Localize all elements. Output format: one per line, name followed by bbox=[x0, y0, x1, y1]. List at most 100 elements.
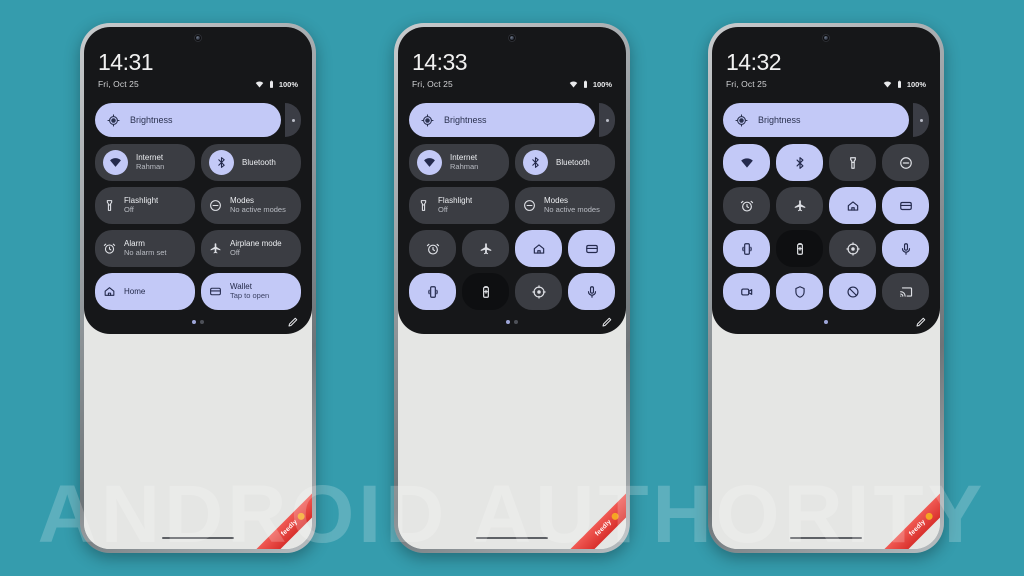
qs-tile-vpn-shield[interactable] bbox=[776, 273, 823, 310]
qs-tile-row: Alarm No alarm set Airplane mode Off bbox=[95, 230, 301, 267]
status-line: Fri, Oct 25 100% bbox=[98, 79, 298, 89]
wifi-icon bbox=[569, 80, 578, 89]
tile-title: Bluetooth bbox=[556, 157, 590, 167]
phone-3: journalists, and videographers on our te… bbox=[708, 23, 944, 553]
tile-labels: Alarm No alarm set bbox=[124, 239, 167, 257]
qs-tile-wallet[interactable] bbox=[568, 230, 615, 267]
battery-saver-icon bbox=[793, 242, 807, 256]
qs-tile-wallet[interactable] bbox=[882, 187, 929, 224]
auto-brightness-dot-icon bbox=[605, 118, 609, 122]
tile-title: Airplane mode bbox=[230, 239, 282, 249]
tile-labels: Modes No active modes bbox=[544, 196, 600, 214]
qs-tile-airplane-mode[interactable] bbox=[776, 187, 823, 224]
tile-title: Home bbox=[124, 286, 146, 296]
date-label: Fri, Oct 25 bbox=[412, 79, 453, 89]
phone-screen: journalists, and videographers on our te… bbox=[84, 27, 312, 549]
dnd-icon bbox=[846, 285, 860, 299]
bluetooth-icon bbox=[793, 156, 807, 170]
qs-tile-internet[interactable]: Internet Rahman bbox=[95, 144, 195, 181]
qs-tiles-grid: Internet Rahman Bluetooth Flashlight Off Mode… bbox=[95, 144, 301, 310]
qs-tile-location[interactable] bbox=[515, 273, 562, 310]
qs-tile-screen-record[interactable] bbox=[723, 273, 770, 310]
tile-title: Alarm bbox=[124, 239, 145, 249]
auto-brightness-toggle[interactable] bbox=[285, 103, 301, 137]
qs-tile-alarm[interactable] bbox=[409, 230, 456, 267]
tile-labels: Airplane mode Off bbox=[230, 239, 282, 257]
qs-tile-flashlight[interactable]: Flashlight Off bbox=[95, 187, 195, 224]
tile-labels: Modes No active modes bbox=[230, 196, 286, 214]
page-dot[interactable] bbox=[192, 319, 196, 324]
front-camera-punch-hole bbox=[508, 34, 516, 42]
qs-tile-alarm[interactable]: Alarm No alarm set bbox=[95, 230, 195, 267]
edit-pencil-icon[interactable] bbox=[287, 315, 299, 333]
rotate-icon bbox=[426, 285, 440, 299]
qs-tile-flashlight[interactable]: Flashlight Off bbox=[409, 187, 509, 224]
qs-tile-home[interactable] bbox=[515, 230, 562, 267]
status-icons: 100% bbox=[255, 80, 298, 89]
qs-tile-internet[interactable]: Internet Rahman bbox=[409, 144, 509, 181]
qs-tile-internet[interactable] bbox=[723, 144, 770, 181]
qs-tile-wallet[interactable]: Wallet Tap to open bbox=[201, 273, 301, 310]
tile-labels: Flashlight Off bbox=[124, 196, 158, 214]
qs-tile-battery-saver[interactable] bbox=[776, 230, 823, 267]
tile-subtitle: Off bbox=[230, 248, 240, 257]
qs-tile-screen-rotation[interactable] bbox=[723, 230, 770, 267]
qs-footer bbox=[95, 313, 301, 330]
feedly-dot-icon bbox=[610, 511, 621, 522]
qs-tile-bluetooth[interactable]: Bluetooth bbox=[515, 144, 615, 181]
auto-brightness-toggle[interactable] bbox=[913, 103, 929, 137]
qs-tile-bluetooth[interactable] bbox=[776, 144, 823, 181]
status-icons: 100% bbox=[569, 80, 612, 89]
qs-tile-airplane-mode[interactable]: Airplane mode Off bbox=[201, 230, 301, 267]
qs-tile-home[interactable] bbox=[829, 187, 876, 224]
auto-brightness-toggle[interactable] bbox=[599, 103, 615, 137]
qs-tile-airplane-mode[interactable] bbox=[462, 230, 509, 267]
qs-tile-battery-saver[interactable] bbox=[462, 273, 509, 310]
home-gesture-pill[interactable] bbox=[162, 536, 234, 540]
qs-tile-location[interactable] bbox=[829, 230, 876, 267]
screen-record-icon bbox=[740, 285, 754, 299]
location-icon bbox=[845, 241, 860, 256]
brightness-row: Brightness bbox=[95, 103, 301, 137]
edit-pencil-icon[interactable] bbox=[915, 315, 927, 333]
qs-tile-home[interactable]: Home bbox=[95, 273, 195, 310]
qs-tile-bluetooth[interactable]: Bluetooth bbox=[201, 144, 301, 181]
flashlight-icon bbox=[846, 156, 860, 170]
status-line: Fri, Oct 25 100% bbox=[726, 79, 926, 89]
wallet-icon bbox=[899, 199, 913, 213]
page-dot[interactable] bbox=[824, 319, 828, 324]
alarm-icon bbox=[103, 242, 116, 255]
qs-tile-screen-rotation[interactable] bbox=[409, 273, 456, 310]
quick-settings-shade: 14:33 Fri, Oct 25 100% Brightness Internet Ra… bbox=[398, 27, 626, 334]
wifi-icon bbox=[255, 80, 264, 89]
qs-tile-mic-access[interactable] bbox=[568, 273, 615, 310]
wifi-icon bbox=[883, 80, 892, 89]
qs-tile-cast[interactable] bbox=[882, 273, 929, 310]
battery-icon bbox=[581, 80, 590, 89]
edit-pencil-icon[interactable] bbox=[601, 315, 613, 333]
brightness-slider[interactable]: Brightness bbox=[723, 103, 909, 137]
qs-tiles-grid bbox=[723, 144, 929, 310]
tile-title: Wallet bbox=[230, 282, 252, 292]
qs-tile-modes[interactable]: Modes No active modes bbox=[201, 187, 301, 224]
brightness-row: Brightness bbox=[723, 103, 929, 137]
tile-labels: Wallet Tap to open bbox=[230, 282, 269, 300]
page-dot[interactable] bbox=[506, 319, 510, 324]
brightness-slider[interactable]: Brightness bbox=[409, 103, 595, 137]
qs-tile-do-not-disturb[interactable] bbox=[829, 273, 876, 310]
tile-subtitle: Off bbox=[438, 205, 448, 214]
tile-labels: Bluetooth bbox=[242, 158, 276, 167]
qs-tile-flashlight[interactable] bbox=[829, 144, 876, 181]
tile-subtitle: No active modes bbox=[544, 205, 600, 214]
brightness-slider[interactable]: Brightness bbox=[95, 103, 281, 137]
home-gesture-pill[interactable] bbox=[790, 536, 862, 540]
home-gesture-pill[interactable] bbox=[476, 536, 548, 540]
page-dot[interactable] bbox=[200, 319, 204, 324]
qs-tile-alarm[interactable] bbox=[723, 187, 770, 224]
qs-tile-mic-access[interactable] bbox=[882, 230, 929, 267]
qs-tile-modes[interactable]: Modes No active modes bbox=[515, 187, 615, 224]
tile-title: Modes bbox=[544, 196, 569, 206]
page-dot[interactable] bbox=[514, 319, 518, 324]
qs-tile-modes[interactable] bbox=[882, 144, 929, 181]
tile-labels: Internet Rahman bbox=[450, 153, 478, 171]
